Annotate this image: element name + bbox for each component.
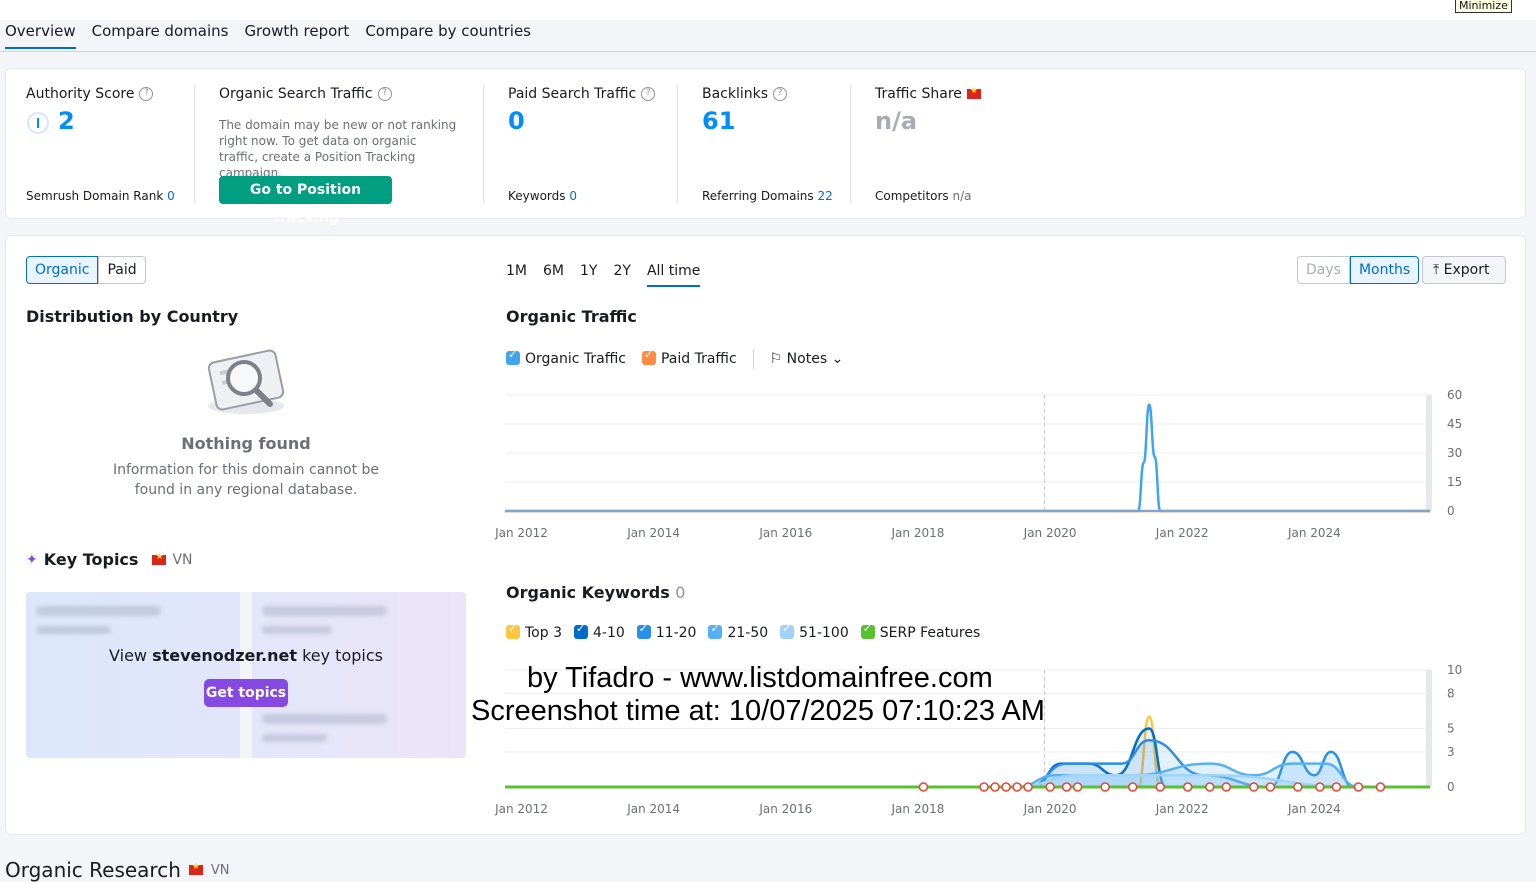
y-tick-label: 60 (1447, 388, 1462, 402)
x-tick-label: Jan 2024 (1287, 526, 1341, 540)
google-update-icon (1221, 782, 1232, 792)
google-update-icon (1375, 782, 1386, 792)
google-update-icon (1205, 782, 1215, 792)
google-update-icon (1023, 782, 1033, 792)
google-update-icon (1045, 782, 1055, 792)
x-tick-label: Jan 2016 (758, 802, 812, 816)
x-tick-label: Jan 2014 (626, 526, 680, 540)
google-update-icon (990, 782, 1000, 792)
watermark-line2: Screenshot time at: 10/07/2025 07:10:23 … (471, 695, 1045, 727)
organic-research-country: VN (210, 862, 230, 878)
google-update-icon (1155, 782, 1165, 792)
chart-scroll-strip (1426, 670, 1432, 787)
organic-research-title: Organic Research VN (5, 858, 230, 882)
vietnam-flag-icon (188, 862, 203, 875)
y-tick-label: 45 (1447, 417, 1462, 431)
y-tick-label: 8 (1447, 686, 1455, 700)
google-update-icon (1182, 782, 1193, 792)
x-tick-label: Jan 2018 (891, 802, 945, 816)
x-tick-label: Jan 2018 (891, 526, 945, 540)
chart-scroll-strip (1426, 395, 1432, 511)
y-tick-label: 30 (1447, 446, 1462, 460)
google-update-icon (1353, 782, 1364, 792)
y-tick-label: 15 (1447, 475, 1462, 489)
organic-research-title-text: Organic Research (5, 858, 181, 882)
series-line (505, 403, 1430, 513)
x-tick-label: Jan 2016 (758, 526, 812, 540)
google-update-icon (1315, 782, 1325, 792)
google-update-icon (1265, 782, 1276, 792)
x-tick-label: Jan 2020 (1023, 802, 1077, 816)
y-tick-label: 0 (1447, 780, 1455, 794)
y-tick-label: 5 (1447, 722, 1455, 736)
google-update-icon (1001, 782, 1011, 792)
y-tick-label: 3 (1447, 745, 1455, 759)
organic-traffic-chart: 015304560Jan 2012 Jan 2014 Jan 2016 Jan 201… (494, 388, 1462, 816)
google-update-icon (1293, 782, 1303, 792)
x-tick-label: Jan 2012 (494, 526, 548, 540)
google-update-icon (1100, 782, 1110, 792)
google-update-icon (979, 782, 989, 792)
x-tick-label: Jan 2012 (494, 802, 548, 816)
google-update-icon (1061, 782, 1072, 792)
x-tick-label: Jan 2014 (626, 802, 680, 816)
google-update-icon (1127, 782, 1138, 792)
x-tick-label: Jan 2020 (1023, 526, 1077, 540)
watermark-line1: by Tifadro - www.listdomainfree.com (527, 662, 993, 694)
y-tick-label: 10 (1447, 663, 1462, 677)
google-update-icon (1012, 782, 1022, 792)
google-update-icon (918, 782, 929, 792)
google-update-icon (1331, 782, 1342, 792)
y-tick-label: 0 (1447, 504, 1455, 518)
x-tick-label: Jan 2022 (1155, 526, 1209, 540)
x-tick-label: Jan 2022 (1155, 802, 1209, 816)
google-update-icon (1249, 782, 1259, 792)
google-update-icon (1072, 782, 1083, 792)
x-tick-label: Jan 2024 (1287, 802, 1341, 816)
